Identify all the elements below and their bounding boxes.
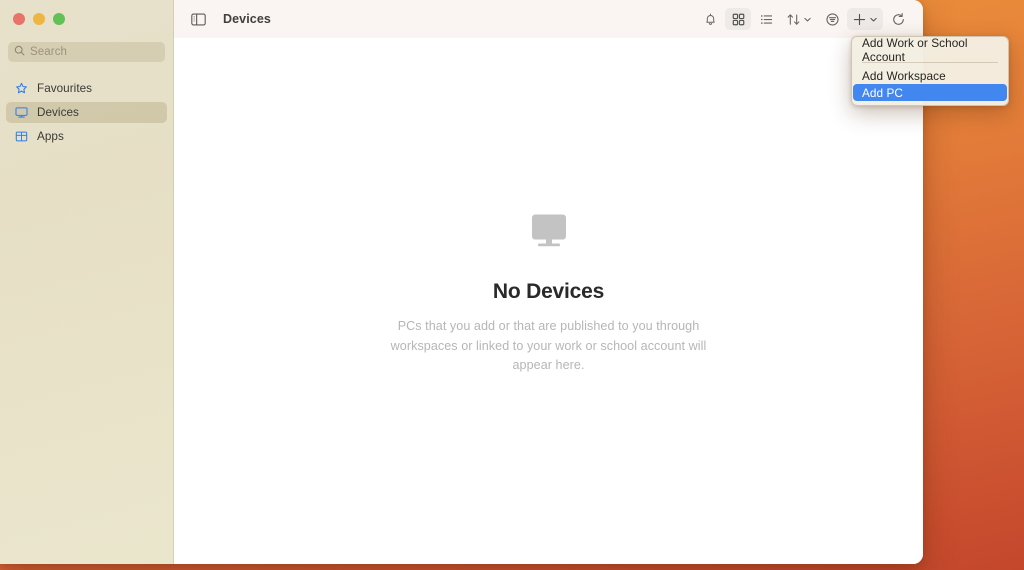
desktop-background: Search Favourites [0, 0, 1024, 570]
maximize-button[interactable] [53, 13, 65, 25]
menu-item-add-workspace[interactable]: Add Workspace [853, 67, 1007, 84]
menu-item-label: Add Work or School Account [862, 36, 998, 64]
search-placeholder: Search [30, 46, 67, 58]
plus-icon [852, 12, 867, 27]
search-icon [14, 43, 25, 61]
empty-state: No Devices PCs that you add or that are … [174, 38, 923, 564]
traffic-lights [13, 13, 65, 25]
list-view-icon [759, 12, 774, 27]
toolbar-actions [697, 8, 923, 30]
add-dropdown-menu: Add Work or School Account Add Workspace… [851, 36, 1009, 106]
sidebar-item-devices[interactable]: Devices [6, 102, 167, 123]
refresh-icon [891, 12, 906, 27]
menu-item-label: Add PC [862, 86, 903, 100]
sidebar: Search Favourites [0, 0, 174, 564]
notifications-button[interactable] [697, 8, 723, 30]
empty-state-description: PCs that you add or that are published t… [390, 317, 708, 376]
sidebar-nav-list: Favourites Devices [6, 78, 167, 150]
apps-grid-icon [14, 130, 28, 144]
sidebar-item-apps[interactable]: Apps [6, 126, 167, 147]
search-input[interactable]: Search [8, 42, 165, 62]
sidebar-item-favourites[interactable]: Favourites [6, 78, 167, 99]
sort-arrows-icon [786, 12, 801, 27]
page-title: Devices [223, 12, 271, 26]
monitor-large-icon [528, 213, 570, 256]
star-icon [14, 82, 28, 96]
monitor-icon [14, 106, 28, 120]
sidebar-item-label: Favourites [37, 82, 92, 95]
toolbar: Devices [174, 0, 923, 38]
filter-button[interactable] [819, 8, 845, 30]
sidebar-toggle-icon[interactable] [189, 10, 208, 29]
chevron-down-icon [803, 15, 812, 24]
bell-icon [703, 12, 718, 27]
sidebar-item-label: Apps [37, 130, 64, 143]
sort-button[interactable] [781, 8, 817, 30]
refresh-button[interactable] [885, 8, 911, 30]
empty-state-title: No Devices [493, 280, 604, 304]
menu-item-add-pc[interactable]: Add PC [853, 84, 1007, 101]
close-button[interactable] [13, 13, 25, 25]
grid-view-button[interactable] [725, 8, 751, 30]
app-window: Search Favourites [0, 0, 923, 564]
sidebar-item-label: Devices [37, 106, 79, 119]
list-view-button[interactable] [753, 8, 779, 30]
grid-view-icon [731, 12, 746, 27]
minimize-button[interactable] [33, 13, 45, 25]
menu-item-add-work-or-school-account[interactable]: Add Work or School Account [853, 41, 1007, 58]
chevron-down-icon [869, 15, 878, 24]
menu-item-label: Add Workspace [862, 69, 946, 83]
filter-icon [825, 12, 840, 27]
add-button[interactable] [847, 8, 883, 30]
content-pane: Devices [174, 0, 923, 564]
